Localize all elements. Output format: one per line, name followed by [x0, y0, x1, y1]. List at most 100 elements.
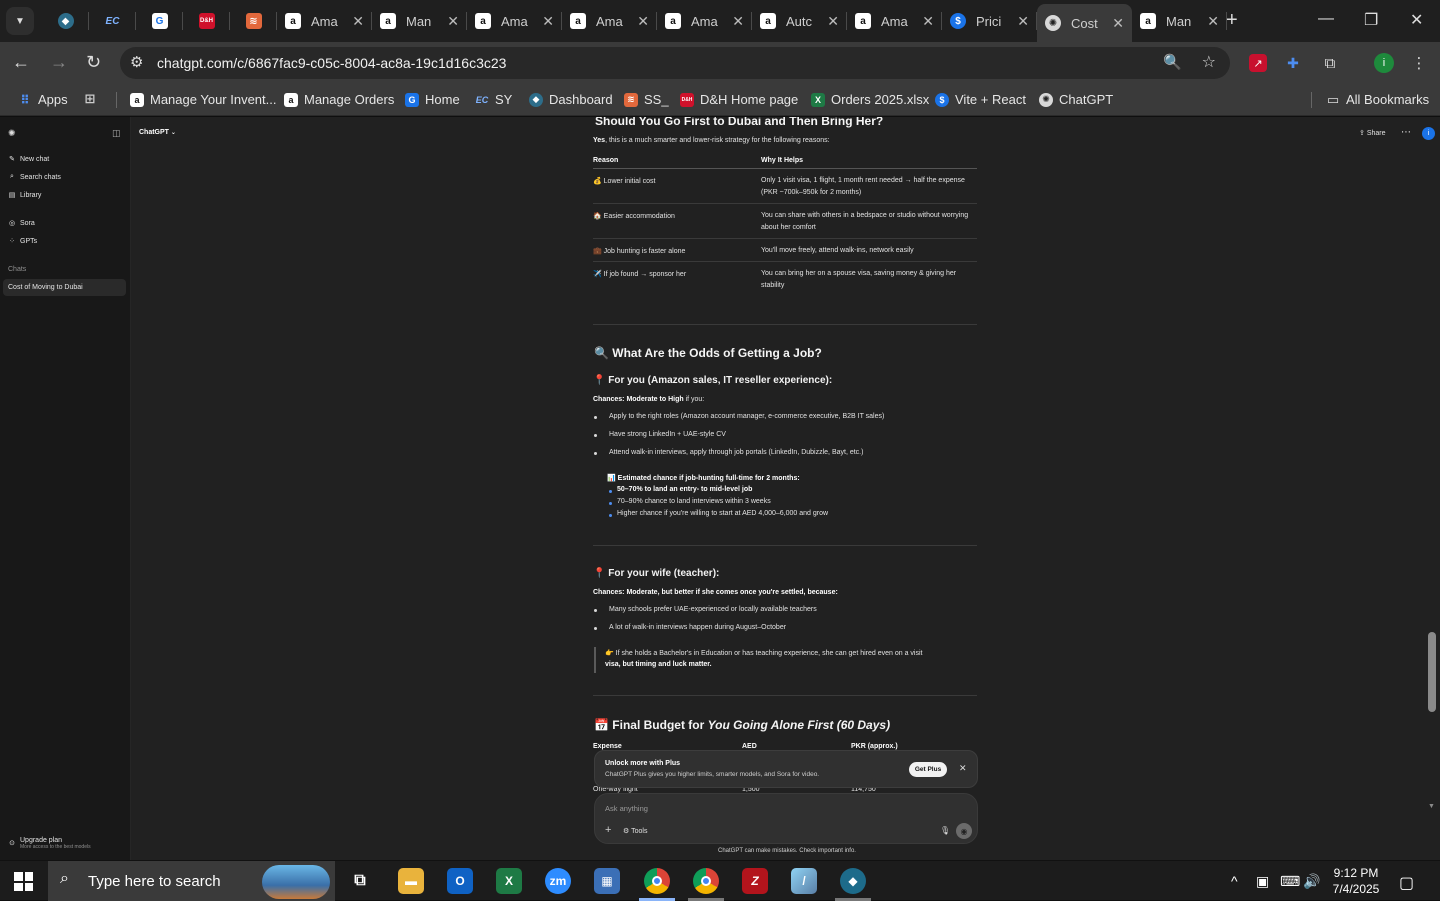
bookmark-item[interactable]: $ Vite + React — [935, 92, 1026, 107]
filezilla-icon[interactable]: Z — [742, 868, 768, 894]
scrollbar-thumb[interactable] — [1428, 632, 1436, 712]
voice-mode-button[interactable]: ◉ — [956, 823, 972, 839]
bookmark-item[interactable]: ◆ Dashboard — [529, 92, 613, 107]
close-icon[interactable]: ✕ — [732, 13, 744, 30]
kebab-menu-icon[interactable]: ⋮ — [1410, 54, 1428, 72]
bookmark-item[interactable]: a Manage Your Invent... — [130, 92, 276, 107]
bookmark-apps[interactable]: ⠿ Apps — [18, 92, 67, 107]
close-icon[interactable]: ✕ — [637, 13, 649, 30]
sidebar-toggle-icon[interactable]: ◫ — [112, 128, 121, 139]
tools-button[interactable]: ⚙ Tools — [623, 827, 647, 835]
close-icon[interactable]: ✕ — [1017, 13, 1029, 30]
bookmark-item[interactable]: EC SY — [475, 92, 513, 107]
sora-button[interactable]: ◎ Sora — [8, 219, 35, 228]
reload-button[interactable]: ↻ — [86, 52, 101, 73]
outlook-icon[interactable]: O — [447, 868, 473, 894]
bolt-app-icon[interactable]: ◆ — [840, 868, 866, 894]
pinned-tab[interactable]: G — [136, 0, 183, 42]
forward-button[interactable]: → — [50, 52, 68, 73]
security-icon[interactable]: ▣ — [1256, 873, 1269, 890]
chat-history-item[interactable]: Cost of Moving to Dubai — [8, 284, 83, 291]
tab-search-button[interactable]: ▼ — [6, 7, 34, 35]
address-bar[interactable]: ⚙ chatgpt.com/c/6867fac9-c05c-8004-ac8a-… — [120, 47, 1230, 79]
get-plus-button[interactable]: Get Plus — [909, 762, 947, 777]
restore-button[interactable]: ❐ — [1364, 10, 1378, 30]
browser-tab-strip: ▼ ◆ EC G D&H ≋ a Ama ✕ a Man ✕ a Ama ✕ a Ama ✕ a… — [0, 0, 1440, 42]
bookmark-item[interactable]: ≋ SS_ — [624, 92, 669, 107]
chatgpt-logo-icon[interactable]: ✺ — [8, 128, 16, 139]
task-view-icon[interactable]: ⧉ — [347, 868, 373, 894]
bookmark-item[interactable]: G Home — [405, 92, 460, 107]
bookmark-tab-groups[interactable]: ⊞ — [83, 91, 103, 106]
close-window-button[interactable]: ✕ — [1410, 10, 1423, 30]
search-chats-button[interactable]: ⌕ Search chats — [8, 173, 61, 181]
browser-tab[interactable]: a Man ✕ — [1132, 0, 1227, 42]
chrome-icon[interactable] — [644, 868, 670, 894]
pinned-tab[interactable]: ≋ — [230, 0, 277, 42]
pinned-tab[interactable]: EC — [89, 0, 136, 42]
file-explorer-icon[interactable]: ▬ — [398, 868, 424, 894]
scroll-down-icon[interactable]: ▼ — [1428, 803, 1435, 810]
message-input[interactable]: Ask anything — [605, 804, 648, 813]
extension-icon[interactable]: ↗ — [1249, 54, 1267, 72]
all-bookmarks[interactable]: ▭ All Bookmarks — [1326, 92, 1429, 108]
url-text[interactable]: chatgpt.com/c/6867fac9-c05c-8004-ac8a-19… — [157, 55, 506, 71]
browser-tab-active[interactable]: ✺ Cost ✕ — [1037, 4, 1132, 42]
bookmark-star-icon[interactable]: ☆ — [1202, 52, 1216, 72]
new-chat-button[interactable]: ✎ New chat — [8, 155, 49, 164]
new-tab-button[interactable]: + — [1226, 9, 1238, 32]
close-icon[interactable]: ✕ — [959, 763, 967, 774]
profile-avatar[interactable]: i — [1374, 53, 1394, 73]
user-avatar[interactable]: i — [1422, 127, 1435, 140]
bookmark-item[interactable]: D&H D&H Home page — [680, 92, 798, 107]
pinned-tab[interactable]: ◆ — [42, 0, 89, 42]
bookmark-item[interactable]: X Orders 2025.xlsx — [811, 92, 929, 107]
close-icon[interactable]: ✕ — [447, 13, 459, 30]
browser-tab[interactable]: a Man ✕ — [372, 0, 467, 42]
back-button[interactable]: ← — [12, 52, 30, 73]
model-selector[interactable]: ChatGPT ⌄ — [139, 129, 176, 136]
browser-tab[interactable]: a Ama ✕ — [562, 0, 657, 42]
chrome-center-icon — [701, 876, 711, 886]
gpts-button[interactable]: ⁘ GPTs — [8, 237, 37, 246]
close-icon[interactable]: ✕ — [1112, 15, 1124, 32]
start-button[interactable] — [14, 872, 33, 891]
calculator-icon[interactable]: ▦ — [594, 868, 620, 894]
browser-tab[interactable]: a Ama ✕ — [847, 0, 942, 42]
browser-tab[interactable]: a Ama ✕ — [467, 0, 562, 42]
bookmark-item[interactable]: ✺ ChatGPT — [1039, 92, 1113, 107]
tray-overflow-icon[interactable]: ^ — [1231, 873, 1238, 889]
attach-plus-icon[interactable]: + — [605, 824, 611, 836]
close-icon[interactable]: ✕ — [922, 13, 934, 30]
browser-tab[interactable]: a Ama ✕ — [277, 0, 372, 42]
close-icon[interactable]: ✕ — [352, 13, 364, 30]
browser-tab[interactable]: a Autc ✕ — [752, 0, 847, 42]
notifications-icon[interactable]: ▢ — [1399, 873, 1414, 893]
dollar-icon: $ — [950, 13, 966, 29]
microphone-icon[interactable]: 🎙 — [940, 826, 950, 835]
notepad-icon[interactable]: / — [791, 868, 817, 894]
bookmark-item[interactable]: a Manage Orders — [284, 92, 394, 107]
excel-icon[interactable]: X — [496, 868, 522, 894]
more-options-button[interactable]: ⋯ — [1401, 127, 1411, 138]
close-icon[interactable]: ✕ — [827, 13, 839, 30]
library-button[interactable]: ▤ Library — [8, 191, 42, 200]
upgrade-plan-button[interactable]: ⊙ Upgrade plan More access to the best m… — [8, 837, 91, 850]
zoom-icon[interactable]: 🔍 — [1163, 53, 1182, 71]
site-settings-icon[interactable]: ⚙ — [130, 53, 143, 71]
puzzle-icon[interactable]: ⧉ — [1321, 54, 1339, 72]
chrome-icon[interactable] — [693, 868, 719, 894]
close-icon[interactable]: ✕ — [542, 13, 554, 30]
system-clock[interactable]: 9:12 PM 7/4/2025 — [1326, 865, 1386, 897]
network-icon[interactable]: ⌨ — [1280, 873, 1300, 890]
share-button[interactable]: ⇪ Share — [1359, 129, 1386, 137]
browser-tab[interactable]: $ Prici ✕ — [942, 0, 1037, 42]
close-icon[interactable]: ✕ — [1207, 13, 1219, 30]
zoom-app-icon[interactable]: zm — [545, 868, 571, 894]
pinned-tab[interactable]: D&H — [183, 0, 230, 42]
taskbar-search[interactable]: ⌕ Type here to search — [48, 861, 335, 901]
browser-tab[interactable]: a Ama ✕ — [657, 0, 752, 42]
extension-icon[interactable]: ✚ — [1284, 54, 1302, 72]
volume-icon[interactable]: 🔊 — [1303, 873, 1320, 890]
minimize-button[interactable]: — — [1318, 10, 1334, 28]
